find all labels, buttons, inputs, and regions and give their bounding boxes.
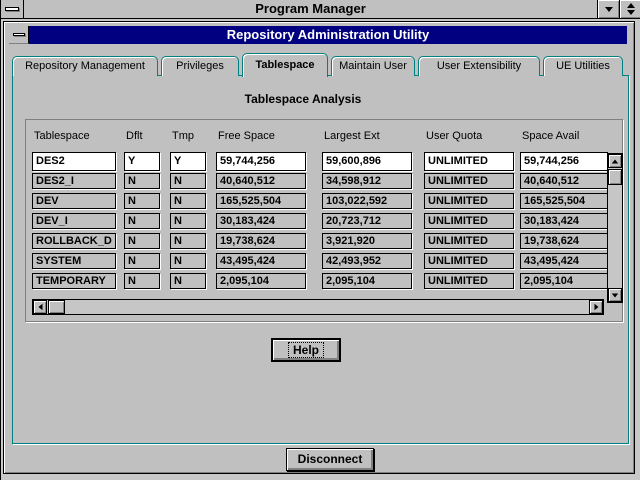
program-manager-title: Program Manager — [24, 0, 597, 18]
tab-repository-management[interactable]: Repository Management — [12, 56, 158, 76]
tab-ue-utilities[interactable]: UE Utilities — [543, 56, 623, 76]
table-cell[interactable]: N — [124, 253, 160, 269]
table-cell[interactable]: N — [170, 193, 206, 209]
desktop: Program Manager Repository Administratio… — [0, 0, 640, 480]
table-cell[interactable]: 165,525,504 — [216, 193, 306, 209]
table-cell[interactable]: N — [170, 173, 206, 189]
table-cell[interactable]: N — [170, 213, 206, 229]
column-header-largest-ext: Largest Ext — [324, 130, 380, 142]
column-header-free-space: Free Space — [218, 130, 275, 142]
minimize-icon — [605, 7, 613, 12]
table-cell[interactable]: N — [170, 253, 206, 269]
tablespace-table-frame: Tablespace Dflt Tmp Free Space Largest Ext Us… — [25, 119, 623, 322]
page-title: Tablespace Analysis — [23, 92, 583, 106]
table-cell[interactable]: SYSTEM — [32, 253, 116, 269]
table-cell[interactable]: N — [124, 193, 160, 209]
table-cell[interactable]: 59,744,256 — [520, 152, 608, 171]
table-cell[interactable]: 42,493,952 — [322, 253, 412, 269]
table-cell[interactable]: Y — [124, 152, 160, 171]
table-cell[interactable]: N — [170, 233, 206, 249]
minimize-button[interactable] — [597, 0, 619, 18]
table-cell[interactable]: UNLIMITED — [424, 152, 514, 171]
table-cell[interactable]: Y — [170, 152, 206, 171]
table-cell[interactable]: 19,738,624 — [216, 233, 306, 249]
tab-user-extensibility[interactable]: User Extensibility — [418, 56, 540, 76]
table-cell[interactable]: 59,744,256 — [216, 152, 306, 171]
help-button-label: Help — [288, 342, 324, 358]
table-cell[interactable]: 34,598,912 — [322, 173, 412, 189]
tab-page-tablespace: Tablespace Analysis Tablespace Dflt Tmp Fre… — [12, 75, 629, 444]
scroll-up-button[interactable] — [608, 154, 622, 168]
table-cell[interactable]: 59,600,896 — [322, 152, 412, 171]
system-menu-button[interactable] — [1, 0, 24, 18]
table-cell[interactable]: 103,022,592 — [322, 193, 412, 209]
scroll-down-icon — [612, 293, 618, 297]
scroll-right-icon — [594, 304, 598, 310]
help-button[interactable]: Help — [271, 338, 341, 362]
table-cell[interactable]: 40,640,512 — [520, 173, 608, 189]
horizontal-scroll-thumb[interactable] — [48, 300, 65, 314]
scroll-right-button[interactable] — [589, 300, 603, 314]
column-header-tmp: Tmp — [172, 130, 194, 142]
tab-tablespace[interactable]: Tablespace — [242, 53, 328, 77]
table-cell[interactable]: 43,495,424 — [216, 253, 306, 269]
table-cell[interactable]: 40,640,512 — [216, 173, 306, 189]
column-header-space-avail: Space Avail — [522, 130, 579, 142]
table-cell[interactable]: N — [170, 273, 206, 289]
table-cell[interactable]: UNLIMITED — [424, 253, 514, 269]
table-cell[interactable]: DES2_I — [32, 173, 116, 189]
vertical-scroll-thumb[interactable] — [608, 169, 622, 185]
table-cell[interactable]: ROLLBACK_D — [32, 233, 116, 249]
table-cell[interactable]: 165,525,504 — [520, 193, 608, 209]
vertical-scrollbar[interactable] — [607, 153, 623, 303]
scroll-left-icon — [38, 304, 42, 310]
tab-strip: Repository ManagementPrivilegesTablespac… — [12, 53, 623, 76]
table-cell[interactable]: 3,921,920 — [322, 233, 412, 249]
disconnect-button[interactable]: Disconnect — [286, 448, 374, 471]
scroll-left-button[interactable] — [33, 300, 47, 314]
table-cell[interactable]: UNLIMITED — [424, 213, 514, 229]
table-cell[interactable]: N — [124, 273, 160, 289]
table-cell[interactable]: UNLIMITED — [424, 193, 514, 209]
tab-privileges[interactable]: Privileges — [161, 56, 239, 76]
app-system-menu-button[interactable] — [9, 26, 29, 44]
program-manager-titlebar: Program Manager — [1, 0, 640, 19]
table-cell[interactable]: N — [124, 213, 160, 229]
table-cell[interactable]: DEV_I — [32, 213, 116, 229]
restore-button[interactable] — [619, 0, 640, 18]
table-cell[interactable]: UNLIMITED — [424, 173, 514, 189]
table-cell[interactable]: 19,738,624 — [520, 233, 608, 249]
restore-up-icon — [627, 3, 635, 8]
table-cell[interactable]: 20,723,712 — [322, 213, 412, 229]
table-cell[interactable]: N — [124, 173, 160, 189]
table-cell[interactable]: N — [124, 233, 160, 249]
tab-maintain-user[interactable]: Maintain User — [331, 56, 415, 76]
table-cell[interactable]: 30,183,424 — [216, 213, 306, 229]
table-cell[interactable]: UNLIMITED — [424, 233, 514, 249]
column-header-tablespace: Tablespace — [34, 130, 90, 142]
app-title: Repository Administration Utility — [29, 26, 627, 44]
horizontal-scrollbar[interactable] — [32, 299, 604, 315]
column-header-dflt: Dflt — [126, 130, 143, 142]
scroll-down-button[interactable] — [608, 288, 622, 302]
system-menu-icon — [5, 7, 19, 11]
table-cell[interactable]: 2,095,104 — [520, 273, 608, 289]
repository-admin-window: Repository Administration Utility Reposi… — [3, 21, 635, 474]
scroll-up-icon — [612, 159, 618, 163]
table-cell[interactable]: 43,495,424 — [520, 253, 608, 269]
restore-down-icon — [627, 10, 635, 15]
table-cell[interactable]: DEV — [32, 193, 116, 209]
app-titlebar: Repository Administration Utility — [9, 26, 627, 44]
table-cell[interactable]: 2,095,104 — [216, 273, 306, 289]
table-cell[interactable]: DES2 — [32, 152, 116, 171]
table-cell[interactable]: 30,183,424 — [520, 213, 608, 229]
app-system-menu-icon — [13, 33, 25, 36]
table-cell[interactable]: 2,095,104 — [322, 273, 412, 289]
table-cell[interactable]: UNLIMITED — [424, 273, 514, 289]
table-cell[interactable]: TEMPORARY — [32, 273, 116, 289]
column-header-user-quota: User Quota — [426, 130, 482, 142]
